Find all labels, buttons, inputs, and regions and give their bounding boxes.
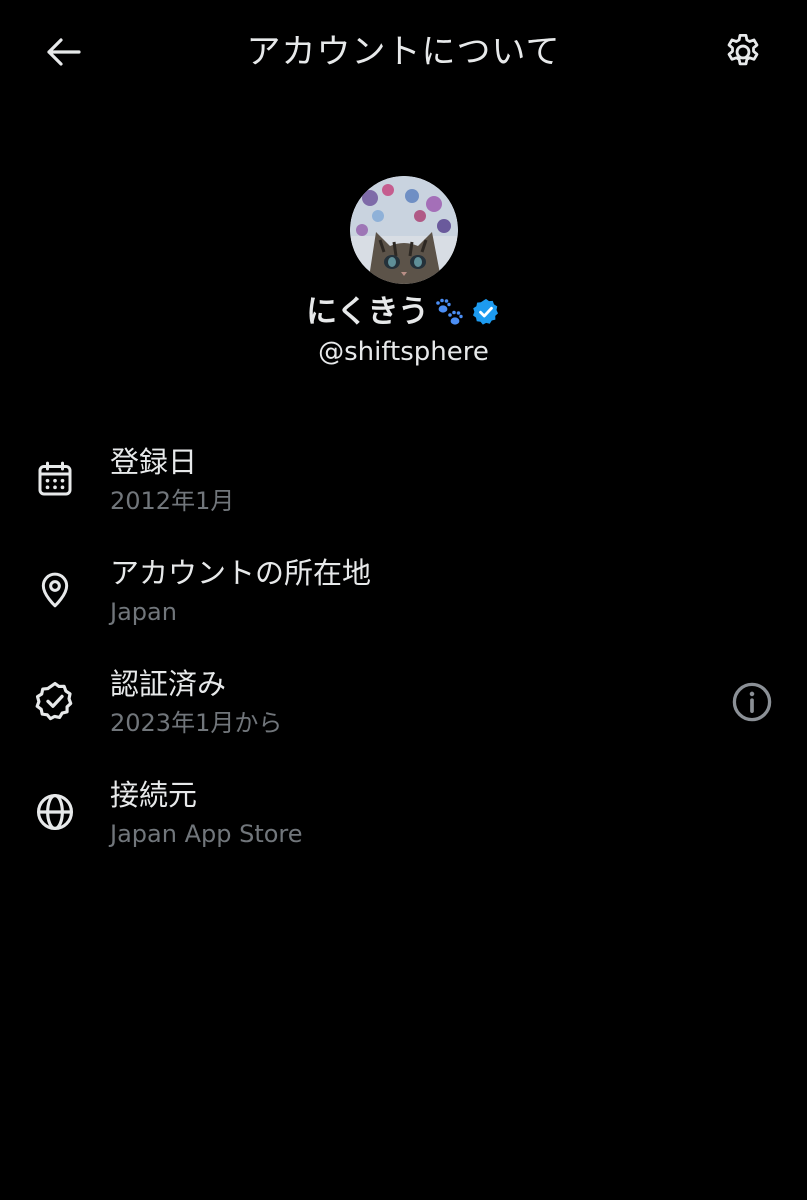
username-handle: @shiftsphere [318,337,489,367]
row-value: 2012年1月 [110,487,235,515]
row-label: アカウントの所在地 [110,556,372,590]
top-bar: アカウントについて [0,0,807,104]
avatar[interactable] [349,176,458,284]
page-title: アカウントについて [246,32,561,72]
avatar-image [349,176,458,284]
settings-button[interactable] [718,28,768,76]
paw-prints-icon [433,295,467,329]
profile-header: にくきう @shiftsphere [0,176,807,370]
calendar-icon [32,456,78,502]
row-text: 登録日 2012年1月 [110,440,234,518]
account-info-list: 登録日 2012年1月 アカウントの所在地 Japan 認証済み 2023年1月… [0,436,807,880]
arrow-left-icon [47,38,81,66]
row-label: 登録日 [110,445,198,479]
row-text: アカウントの所在地 Japan [110,551,371,629]
row-text: 接続元 Japan App Store [110,773,303,851]
list-item-connected-via: 接続元 Japan App Store [0,769,807,880]
row-value: 2023年1月から [110,709,283,737]
row-label: 接続元 [110,778,198,812]
info-icon [732,682,772,722]
verified-outline-icon [32,678,78,724]
back-button[interactable] [38,30,88,74]
row-value: Japan App Store [110,820,303,848]
name-row: にくきう [0,290,807,334]
row-value: Japan [110,598,177,626]
gear-icon [727,33,759,66]
list-item-joined: 登録日 2012年1月 [0,436,807,547]
verified-badge-icon[interactable] [471,297,501,327]
location-pin-icon [32,567,78,613]
globe-icon [32,789,78,835]
list-item-verified: 認証済み 2023年1月から [0,658,807,769]
display-name: にくきう [306,294,429,330]
info-button[interactable] [728,678,776,726]
row-text: 認証済み 2023年1月から [110,662,282,740]
list-item-location: アカウントの所在地 Japan [0,547,807,658]
row-label: 認証済み [110,667,227,701]
